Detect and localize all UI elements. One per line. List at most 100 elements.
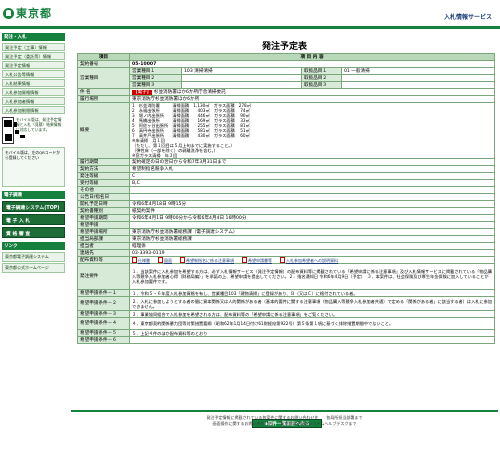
value: 東京消防庁杉並消防署総務課 <box>129 235 495 243</box>
label: 件 名 <box>77 88 130 96</box>
label: 希望申請条件－４ <box>77 317 130 330</box>
value <box>341 74 495 82</box>
value <box>181 81 302 89</box>
pdf-icon <box>158 257 163 263</box>
value: ５．上記４件のほか配布資料等のとおり <box>129 329 495 337</box>
value: 契約確定の日の翌日から令和7年3月31日まで <box>129 158 495 166</box>
sub-label: 営業種目３ <box>129 81 182 89</box>
label: 連絡先 <box>77 249 130 257</box>
value: 01 一般清掃 <box>341 67 495 75</box>
label: 営業種目 <box>77 67 130 89</box>
overview-line: ※窓ガラス清掃 年３回 <box>132 153 178 158</box>
value <box>129 186 495 194</box>
label: 発注等級 <box>77 172 130 180</box>
page-title: 発注予定表 <box>261 42 307 52</box>
sidebar: 発注・入札 発注予定（工事）情報 発注予定（委託等）情報 発注予定情報 入札公告… <box>0 29 67 467</box>
col-header-content: 項 目 内 容 <box>129 53 495 61</box>
value: 希望制指名競争入札 <box>129 165 495 173</box>
tokyo-logo[interactable]: 東京都 <box>3 5 52 21</box>
label: 希望申請条件－６ <box>77 336 130 344</box>
page-footer: 発注予定情報に掲載されている各案件に関するお問い合わせ先 各局所担当部署まで 画… <box>71 410 498 430</box>
link-tokyo-homepage[interactable]: 東京都公式ホームページ <box>2 263 65 273</box>
page-header: 東京都 入札情報サービス <box>0 0 500 26</box>
pdf-icon <box>280 257 285 263</box>
value <box>341 81 495 89</box>
sub-label: 取扱品目２ <box>301 74 342 82</box>
label: 履行期間 <box>77 158 130 166</box>
value: ２．入札に参加しようとする者の間に資本関係又は人的関係がある者（基本的要件に関す… <box>129 296 495 311</box>
e-bidding-button[interactable]: 電 子 入 札 <box>2 214 65 225</box>
label: 契約書種別 <box>77 207 130 215</box>
col-header-item: 項目 <box>77 53 130 61</box>
sidebar-section-title: 発注・入札 <box>2 33 65 41</box>
tokyo-emblem-icon <box>3 7 14 19</box>
sidebar-item[interactable]: 入札参加制限情報 <box>2 106 65 114</box>
doc-link[interactable]: 希望申請書等 <box>242 257 272 263</box>
label: 発注要件 <box>77 263 130 290</box>
value: 05-10007 <box>129 60 495 68</box>
documents-value: 仕様書 図面 希望制指名に係る注意事項 希望申請書等 入札参加希望者への説明資料 <box>129 256 495 264</box>
value: 令和6年4月1日 9時00分から令和6年4月4日 16時00分 <box>129 214 495 222</box>
value: ３．事業協同組合で入札参加を希望される方は、配布資料等の「希望申請に係る注意事項… <box>129 310 495 318</box>
label: 開札予定日時 <box>77 200 130 208</box>
label: 契約方法 <box>77 165 130 173</box>
doc-link[interactable]: 入札参加希望者への説明資料 <box>280 257 338 263</box>
label: 希望申請 <box>77 221 130 229</box>
value: ４．東京都契約関係暴力団等対策措置要綱（昭和62年1月14日付け61財経庶第92… <box>129 317 495 330</box>
value: 03-3393-0119 <box>129 249 495 257</box>
logo-text: 東京都 <box>16 7 52 20</box>
doc-link[interactable]: 仕様書 <box>132 257 150 263</box>
label: 希望申請場所 <box>77 228 130 236</box>
label: 希望申請条件－１ <box>77 289 130 297</box>
label: 希望申請条件－２ <box>77 296 130 311</box>
value <box>181 74 302 82</box>
sub-label: 取扱品目１ <box>301 67 342 75</box>
sidebar-item[interactable]: 発注予定（工事）情報 <box>2 43 65 51</box>
value <box>129 193 495 201</box>
sidebar-section-title: 電子調達 <box>2 191 65 199</box>
label: 希望申請条件－３ <box>77 310 130 318</box>
sidebar-item[interactable]: 入札参加者情報 <box>2 97 65 105</box>
sidebar-item[interactable]: 発注予定（委託等）情報 <box>2 52 65 60</box>
label: 担当者 <box>77 242 130 250</box>
doc-link[interactable]: 希望制指名に係る注意事項 <box>180 257 234 263</box>
order-plan-table: 項目 項 目 内 容 契約番号 05-10007 営業種目 営業種目１ 103 … <box>77 53 495 344</box>
value: B,C <box>129 179 495 187</box>
mobile-note: モバイル版は、左のQRコードから登録してください <box>2 147 65 187</box>
sub-label: 取扱品目３ <box>301 81 342 89</box>
label: 希望申請期間 <box>77 214 130 222</box>
label: 配布資料等 <box>77 256 130 264</box>
sub-label: 営業種目２ <box>129 74 182 82</box>
qr-block: モバイル版は、発注予定情報と入札（見積）結果情報に対応しています。 <box>2 117 65 144</box>
sidebar-item[interactable]: 入札公告等情報 <box>2 70 65 78</box>
label: 担当局部課 <box>77 235 130 243</box>
sidebar-item[interactable]: 発注予定情報 <box>2 61 65 69</box>
subject-text: 杉並消防署ほか6か所庁舎清掃委託 <box>153 89 226 95</box>
pdf-icon <box>180 257 185 263</box>
value <box>129 336 495 344</box>
sub-label: 営業種目１ <box>129 67 182 75</box>
label: 履行場所 <box>77 95 130 103</box>
label: 受付等級 <box>77 179 130 187</box>
qualification-button[interactable]: 資 格 審 査 <box>2 227 65 238</box>
electronic-tag: 【電子】 <box>132 89 153 95</box>
sidebar-item[interactable]: 入札結果情報 <box>2 79 65 87</box>
value: C <box>129 172 495 180</box>
value: １．当該案件に入札参加を希望する方は、必ず入札情報サービス（発注予定情報）の配布… <box>129 263 495 290</box>
label: その他 <box>77 186 130 194</box>
value: 紙契約案件 <box>129 207 495 215</box>
e-procurement-top-button[interactable]: 電子調達システム(TOP) <box>2 201 65 212</box>
pdf-icon <box>132 257 137 263</box>
value: 103 清掃清掃 <box>181 67 302 75</box>
system-name: 入札情報サービス <box>443 14 492 21</box>
footer-line: 画面操作に関するお問い合わせ先 東京都電子調達システムヘルプデスクまで <box>212 421 357 426</box>
value <box>129 221 495 229</box>
overview-value: 1 杉並消防署 清掃面積 1,130㎡ ガラス面積 278㎡ 2 永福出張所 清… <box>129 102 495 159</box>
qr-code-icon <box>2 117 25 144</box>
value: 東京消防庁杉並消防署ほか6か所 <box>129 95 495 103</box>
label: 希望申請条件－５ <box>77 329 130 337</box>
doc-link[interactable]: 図面 <box>158 257 172 263</box>
sidebar-item[interactable]: 入札参加資格情報 <box>2 88 65 96</box>
label: 契約番号 <box>77 60 130 68</box>
link-e-procurement[interactable]: 東京都電子調達システム <box>2 252 65 262</box>
